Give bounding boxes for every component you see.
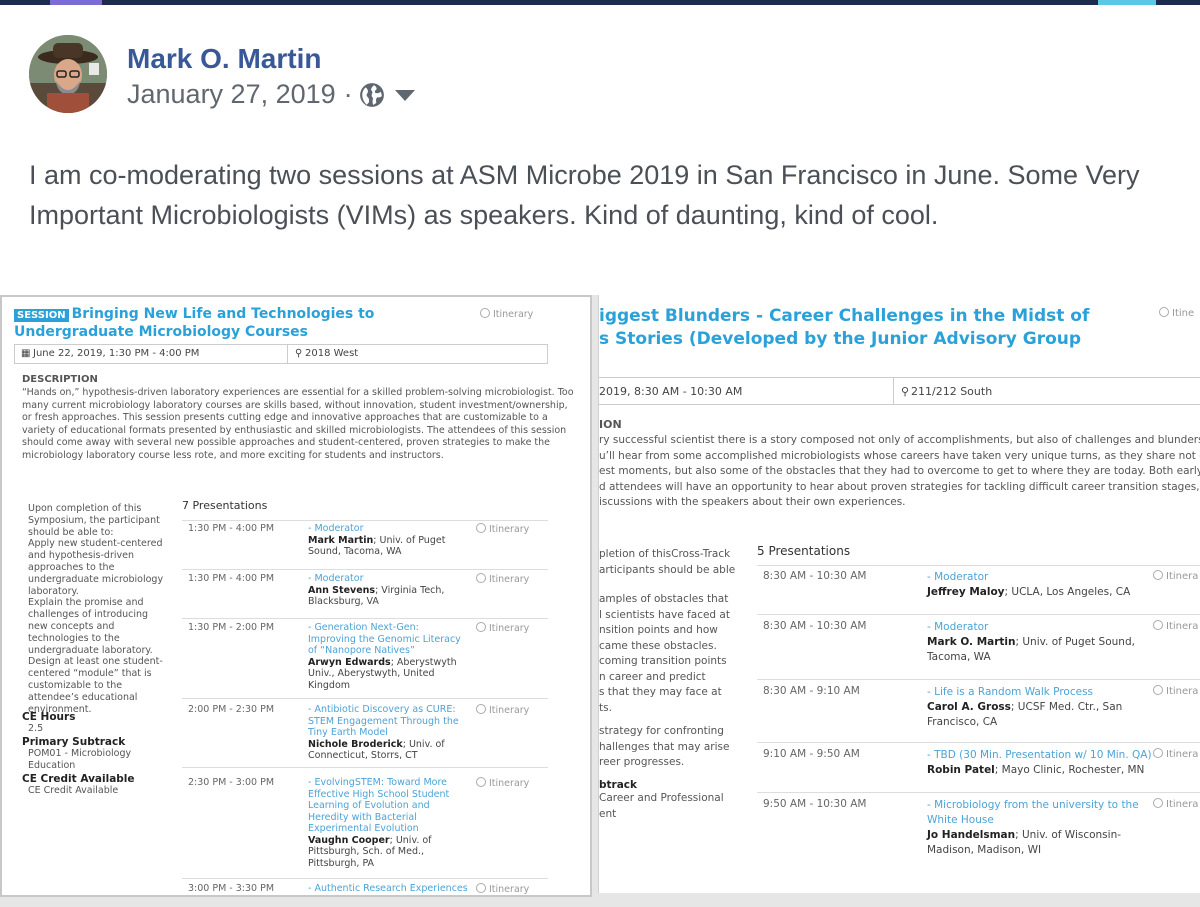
left-session-datetime-row: ▦ June 22, 2019, 1:30 PM - 4:00 PM ⚲ 201…: [14, 344, 548, 364]
itinerary-link[interactable]: Itinerary: [476, 523, 529, 535]
post-text: I am co-moderating two sessions at ASM M…: [29, 160, 1140, 230]
author-name[interactable]: Mark O. Martin: [127, 43, 321, 75]
post-meta: January 27, 2019 ·: [127, 79, 415, 110]
session-screenshot-left[interactable]: SESSION Bringing New Life and Technologie…: [0, 295, 592, 897]
learning-objectives: Upon completion of this Symposium, the p…: [28, 503, 164, 715]
presentation-row: 2:30 PM - 3:00 PM - EvolvingSTEM: Toward…: [188, 777, 530, 869]
right-session-datetime-row: 2019, 8:30 AM - 10:30 AM ⚲ 211/212 South: [599, 377, 1200, 405]
location-pin-icon: ⚲: [901, 385, 910, 398]
presentation-title-link[interactable]: - Antibiotic Discovery as CURE: STEM Eng…: [308, 704, 468, 739]
location-pin-icon: ⚲: [295, 348, 303, 359]
itinerary-link[interactable]: Itinerary: [476, 777, 529, 789]
learning-objectives: pletion of thisCross-Track articipants s…: [599, 548, 736, 768]
itinerary-link[interactable]: Itinera: [1153, 685, 1198, 697]
itinerary-link[interactable]: Itinerary: [476, 622, 529, 634]
chevron-down-icon[interactable]: [394, 90, 415, 101]
session-tag: SESSION: [14, 309, 69, 322]
calendar-icon: ▦: [21, 348, 31, 359]
presentation-title-link[interactable]: - Authentic Research Experiences: [308, 883, 468, 895]
itinerary-link[interactable]: Itinera: [1153, 748, 1198, 760]
presentation-row: 1:30 PM - 2:00 PM - Generation Next-Gen:…: [188, 622, 530, 691]
description-header: DESCRIPTION: [22, 374, 98, 385]
description-header: ION: [599, 418, 622, 431]
post-date[interactable]: January 27, 2019: [127, 79, 336, 110]
itinerary-link[interactable]: Itine: [1159, 307, 1194, 319]
presentation-row: 2:00 PM - 2:30 PM - Antibiotic Discovery…: [188, 704, 530, 761]
itinerary-link[interactable]: Itinera: [1153, 620, 1198, 632]
presentation-title-link[interactable]: - Moderator: [308, 573, 468, 585]
presentation-title-link[interactable]: - Moderator: [927, 570, 1142, 585]
presentation-row: 1:30 PM - 4:00 PM - Moderator Mark Marti…: [188, 523, 530, 557]
presentation-title-link[interactable]: - Moderator: [308, 523, 468, 535]
ce-info: CE Hours 2.5 Primary Subtrack POM01 - Mi…: [22, 711, 135, 796]
itinerary-link[interactable]: Itinera: [1153, 798, 1198, 810]
presentation-row: 8:30 AM - 10:30 AM - Moderator Mark O. M…: [763, 620, 1199, 663]
presentation-row: 9:50 AM - 10:30 AM - Microbiology from t…: [763, 798, 1199, 856]
right-session-title: iggest Blunders - Career Challenges in t…: [599, 306, 1090, 349]
session-screenshot-right[interactable]: iggest Blunders - Career Challenges in t…: [598, 295, 1200, 893]
itinerary-link[interactable]: Itinerary: [476, 883, 529, 895]
presentation-title-link[interactable]: - EvolvingSTEM: Toward More Effective Hi…: [308, 777, 468, 835]
presentation-row: 8:30 AM - 9:10 AM - Life is a Random Wal…: [763, 685, 1199, 728]
presentation-row: 3:00 PM - 3:30 PM - Authentic Research E…: [188, 883, 530, 895]
presentation-row: 1:30 PM - 4:00 PM - Moderator Ann Steven…: [188, 573, 530, 607]
post-images[interactable]: SESSION Bringing New Life and Technologie…: [0, 295, 1200, 907]
globe-icon[interactable]: [359, 82, 385, 108]
presentations-header: 5 Presentations: [757, 544, 851, 558]
itinerary-link[interactable]: Itinera: [1153, 570, 1198, 582]
meta-separator: ·: [343, 79, 353, 109]
description-text: ry successful scientist there is a story…: [599, 434, 1200, 508]
presentation-row: 8:30 AM - 10:30 AM - Moderator Jeffrey M…: [763, 570, 1199, 598]
presentation-title-link[interactable]: - Life is a Random Walk Process: [927, 685, 1142, 700]
avatar[interactable]: [29, 35, 107, 113]
presentation-title-link[interactable]: - Moderator: [927, 620, 1142, 635]
description-text: “Hands on,” hypothesis-driven laboratory…: [22, 387, 574, 461]
itinerary-link[interactable]: Itinerary: [476, 573, 529, 585]
subtrack-info: btrack Career and Professional ent: [599, 779, 724, 820]
itinerary-link[interactable]: Itinerary: [480, 308, 533, 320]
itinerary-link[interactable]: Itinerary: [476, 704, 529, 716]
presentation-title-link[interactable]: - TBD (30 Min. Presentation w/ 10 Min. Q…: [927, 748, 1157, 763]
facebook-post: Mark O. Martin January 27, 2019 · I am c…: [0, 5, 1200, 907]
presentation-title-link[interactable]: - Microbiology from the university to th…: [927, 798, 1142, 828]
presentation-title-link[interactable]: - Generation Next-Gen: Improving the Gen…: [308, 622, 468, 657]
left-session-title: SESSION Bringing New Life and Technologie…: [14, 306, 375, 340]
avatar-photo-icon: [29, 35, 107, 113]
presentation-row: 9:10 AM - 9:50 AM - TBD (30 Min. Present…: [763, 748, 1199, 776]
presentations-header: 7 Presentations: [182, 499, 268, 512]
